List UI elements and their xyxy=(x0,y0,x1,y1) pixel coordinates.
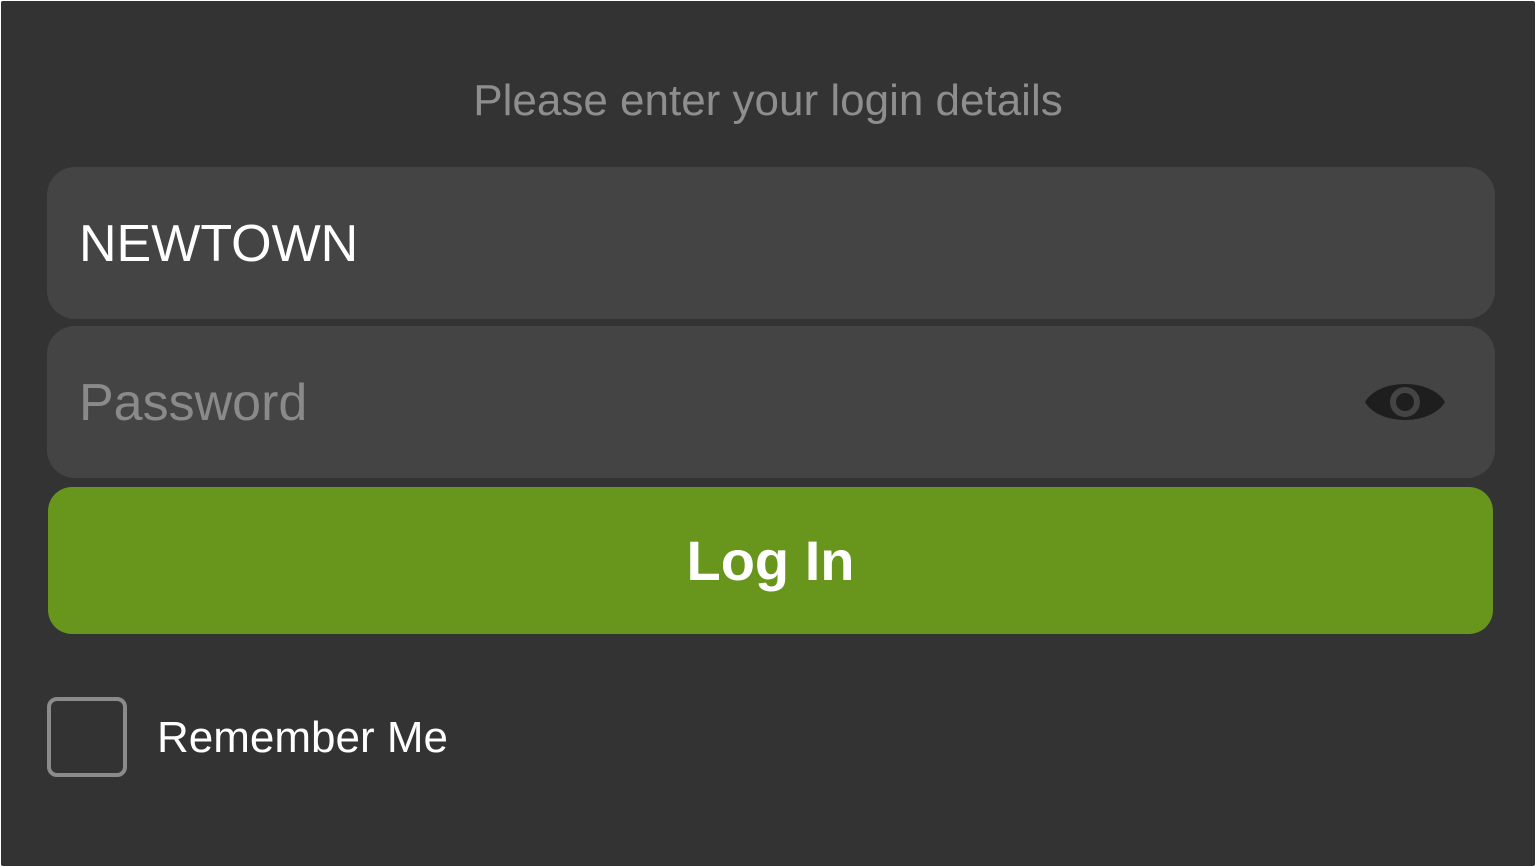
username-field[interactable]: NEWTOWN xyxy=(47,167,1495,319)
remember-me-label: Remember Me xyxy=(157,713,448,762)
remember-me-checkbox[interactable] xyxy=(47,697,127,777)
eye-icon[interactable] xyxy=(1363,372,1447,432)
password-placeholder: Password xyxy=(79,374,308,432)
login-screen: Please enter your login details NEWTOWN … xyxy=(1,1,1535,866)
login-prompt: Please enter your login details xyxy=(473,76,1063,125)
password-field[interactable]: Password xyxy=(47,326,1495,478)
login-button[interactable]: Log In xyxy=(48,487,1493,634)
username-value: NEWTOWN xyxy=(79,215,359,273)
